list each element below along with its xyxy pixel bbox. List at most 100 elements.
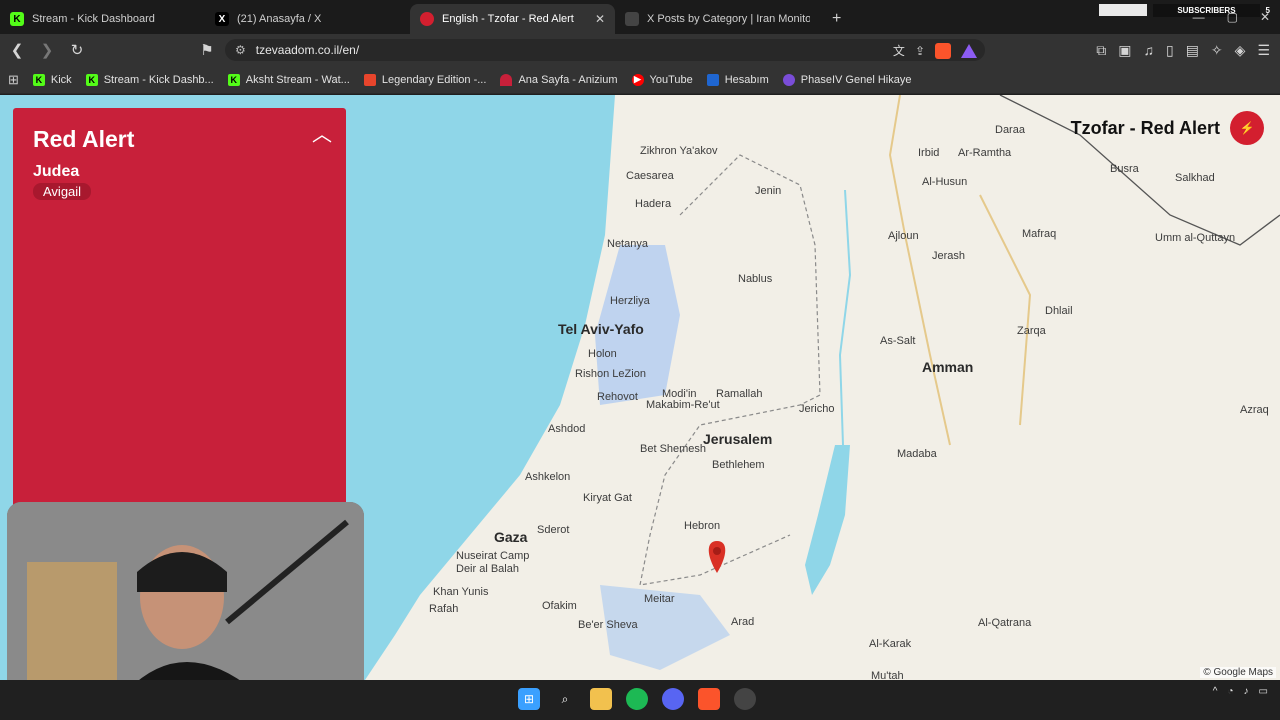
anizium-icon: [500, 73, 513, 86]
kick-icon: K: [85, 73, 98, 86]
map-place-label: Nuseirat Camp: [456, 550, 530, 562]
map-place-label: Nablus: [738, 273, 773, 285]
alert-title: Red Alert: [33, 126, 135, 152]
tzofar-logo-icon: ⚡: [1230, 111, 1264, 145]
discord-icon[interactable]: [662, 688, 684, 710]
tab-title: English - Tzofar - Red Alert: [442, 13, 574, 25]
map-place-label: Madaba: [897, 448, 937, 460]
map-place-label: Holon: [588, 348, 617, 360]
search-icon[interactable]: ⌕: [554, 688, 576, 710]
brave-rewards-icon[interactable]: [961, 43, 977, 58]
map-place-label: Mu'tah: [871, 670, 904, 680]
map-place-label: Salkhad: [1175, 172, 1215, 184]
obs-icon[interactable]: [734, 688, 756, 710]
map-place-label: Al-Husun: [922, 176, 968, 188]
tab-iran-monitor[interactable]: X Posts by Category | Iran Monitor: [615, 4, 820, 34]
phaseiv-icon: [782, 73, 795, 86]
wifi-icon[interactable]: ◔: [1228, 686, 1234, 697]
webcam-feed: [7, 502, 364, 702]
brand-name: Tzofar - Red Alert: [1070, 117, 1220, 138]
map-place-label: Ramallah: [716, 388, 763, 400]
map-attribution[interactable]: © Google Maps: [1200, 667, 1276, 678]
tab-kick-dashboard[interactable]: K Stream - Kick Dashboard: [0, 4, 205, 34]
map-place-label: Hebron: [684, 520, 721, 532]
new-tab-button[interactable]: +: [820, 4, 853, 34]
bookmark-item[interactable]: Hesabım: [706, 73, 769, 86]
back-icon[interactable]: ❮: [4, 37, 30, 63]
map-place-label: Bethlehem: [712, 459, 765, 471]
brand-header: Tzofar - Red Alert ⚡: [1071, 111, 1264, 145]
map-place-label: Umm al-Quttayn: [1155, 232, 1236, 244]
maximize-icon[interactable]: ▢: [1227, 10, 1238, 24]
chevron-up-icon[interactable]: ︿: [312, 118, 332, 147]
sidebar-icon[interactable]: ▯: [1166, 42, 1174, 59]
bookmark-item[interactable]: ▶ YouTube: [631, 73, 693, 86]
bookmark-item[interactable]: K Stream - Kick Dashb...: [85, 73, 214, 86]
map-place-label: Dhlail: [1045, 305, 1073, 317]
wallet-icon[interactable]: ▤: [1186, 42, 1199, 59]
url-text: tzevaadom.co.il/en/: [255, 43, 360, 57]
share-icon[interactable]: ⇪: [915, 44, 925, 58]
bookmark-item[interactable]: K Kick: [32, 73, 72, 86]
file-explorer-icon[interactable]: [590, 688, 612, 710]
bookmark-item[interactable]: PhaseIV Genel Hikaye: [782, 73, 911, 86]
site-info-icon[interactable]: ⚙: [235, 43, 246, 57]
bookmark-item[interactable]: K Aksht Stream - Wat...: [227, 73, 350, 86]
map-place-label: Be'er Sheva: [578, 619, 638, 631]
screenshot-icon[interactable]: ▣: [1118, 42, 1131, 59]
volume-icon[interactable]: ♪: [1244, 686, 1249, 697]
map-place-label: Jericho: [799, 403, 835, 415]
leo-icon[interactable]: ✧: [1211, 42, 1223, 59]
reload-icon[interactable]: ↻: [64, 37, 90, 63]
extensions-icon[interactable]: ⧉: [1096, 42, 1106, 59]
brave-shields-icon[interactable]: [935, 42, 951, 59]
map-place-label: Kiryat Gat: [583, 492, 632, 504]
window-controls: — ▢ ✕: [1193, 10, 1270, 24]
map-place-label: Jerash: [932, 250, 966, 262]
url-field[interactable]: ⚙ tzevaadom.co.il/en/ 文 ⇪: [225, 39, 985, 61]
map-place-label: Ofakim: [542, 600, 577, 612]
bookmarks-bar: ⊞ K Kick K Stream - Kick Dashb... K Aksht S…: [0, 66, 1280, 94]
map-place-label: Ashdod: [548, 423, 586, 435]
map-place-label: Deir al Balah: [456, 563, 519, 575]
map-place-label: Amman: [922, 359, 974, 375]
map-place-label: Sderot: [537, 524, 570, 536]
media-icon[interactable]: ♫: [1143, 42, 1154, 59]
spotify-icon[interactable]: [626, 688, 648, 710]
bookmark-label: Hesabım: [724, 73, 769, 86]
brave-icon[interactable]: [698, 688, 720, 710]
map-place-label: Jerusalem: [703, 431, 773, 447]
bookmark-item[interactable]: Legendary Edition -...: [363, 73, 486, 86]
tzofar-icon: [420, 12, 434, 26]
tab-title: (21) Anasayfa / X: [237, 13, 322, 25]
tab-x-home[interactable]: X (21) Anasayfa / X: [205, 4, 410, 34]
map-place-label: Rehovot: [597, 391, 638, 403]
close-tab-icon[interactable]: ✕: [595, 12, 605, 26]
map-place-label: Al-Karak: [869, 638, 912, 650]
close-window-icon[interactable]: ✕: [1260, 10, 1270, 24]
vpn-icon[interactable]: ◈: [1235, 42, 1246, 59]
map-place-label: Ajloun: [888, 230, 919, 242]
translate-icon[interactable]: 文: [893, 42, 905, 59]
battery-icon[interactable]: ▭: [1259, 686, 1268, 697]
kick-icon: K: [32, 73, 45, 86]
browser-tab-strip: K Stream - Kick Dashboard X (21) Anasayf…: [0, 0, 1280, 34]
bookmark-icon[interactable]: ⚑: [194, 37, 220, 63]
chevron-up-icon[interactable]: ^: [1213, 686, 1218, 697]
tab-tzofar[interactable]: English - Tzofar - Red Alert ✕: [410, 4, 615, 34]
kick-icon: K: [227, 73, 240, 86]
windows-start-icon[interactable]: ⊞: [518, 688, 540, 710]
bookmark-item[interactable]: Ana Sayfa - Anizium: [500, 73, 618, 86]
map-place-label: Khan Yunis: [433, 586, 489, 598]
menu-icon[interactable]: ☰: [1257, 42, 1270, 59]
minimize-icon[interactable]: —: [1193, 10, 1205, 24]
toolbar-right: ⧉ ▣ ♫ ▯ ▤ ✧ ◈ ☰: [1096, 42, 1270, 59]
map-place-label: Hadera: [635, 198, 672, 210]
map-place-label: Rafah: [429, 603, 459, 615]
apps-grid-icon[interactable]: ⊞: [8, 72, 19, 88]
windows-taskbar: ⊞ ⌕ ^ ◔ ♪ ▭: [0, 680, 1280, 720]
kick-icon: K: [10, 12, 24, 26]
alert-city: Avigail: [33, 183, 92, 200]
map-place-label: Azraq: [1240, 404, 1269, 416]
forward-icon[interactable]: ❯: [34, 37, 60, 63]
